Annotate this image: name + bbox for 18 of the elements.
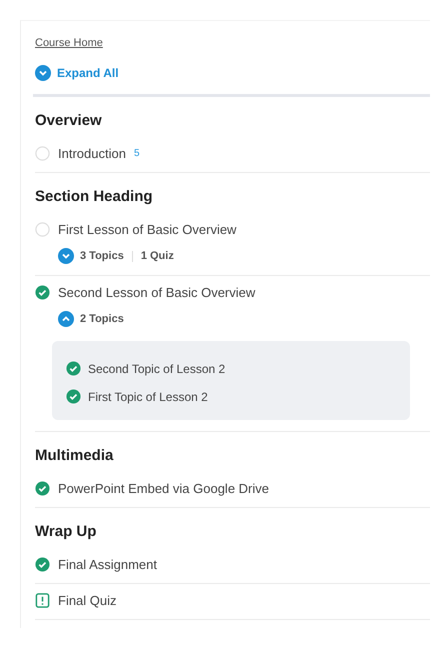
count-label: 5 xyxy=(134,148,140,159)
section-heading: Multimedia xyxy=(35,447,114,464)
section-heading: Overview xyxy=(35,112,103,129)
topics-toggle[interactable]: 2 Topics xyxy=(58,311,124,327)
course-home-link[interactable]: Course Home xyxy=(35,37,103,49)
lesson-link[interactable]: Final Assignment xyxy=(58,557,157,572)
lesson-link[interactable]: PowerPoint Embed via Google Drive xyxy=(58,481,269,496)
topic-link[interactable]: Second Topic of Lesson 2 xyxy=(88,362,226,376)
lesson-link[interactable]: Final Quiz xyxy=(58,593,117,608)
section-heading: Section Heading xyxy=(35,188,154,205)
quiz-count: 1 Quiz xyxy=(140,250,174,262)
topics-toggle[interactable]: 3 Topics xyxy=(58,248,124,264)
section-heading: Wrap Up xyxy=(35,523,98,540)
expand-all-button[interactable]: Expand All xyxy=(35,65,119,81)
lesson-link[interactable]: Introduction xyxy=(58,146,126,161)
topic-link[interactable]: First Topic of Lesson 2 xyxy=(88,390,208,404)
lesson-link[interactable]: First Lesson of Basic Overview xyxy=(58,222,236,237)
lesson-link[interactable]: Second Lesson of Basic Overview xyxy=(58,285,256,300)
